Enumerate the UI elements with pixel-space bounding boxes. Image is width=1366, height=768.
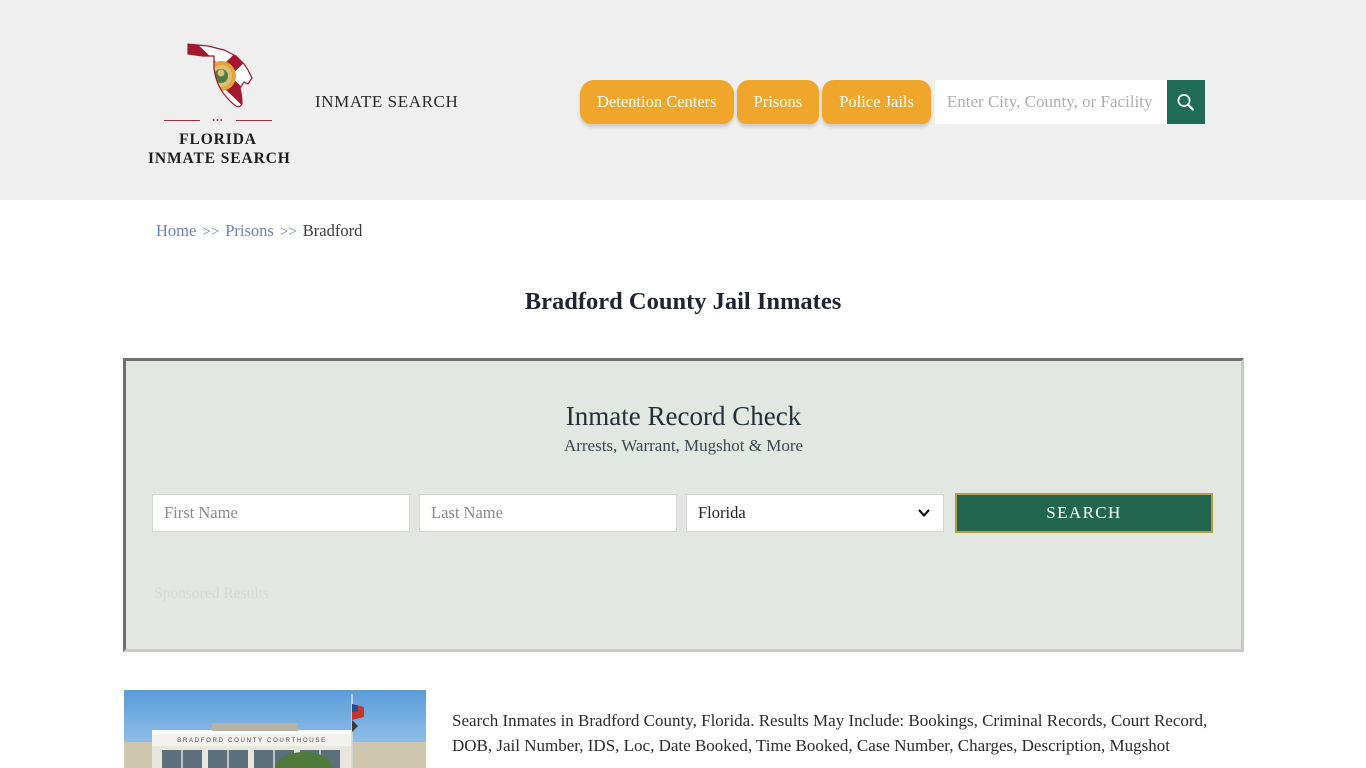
breadcrumb-separator-2: >> — [279, 224, 297, 240]
first-name-input[interactable] — [152, 494, 410, 532]
site-header: ••• FLORIDA INMATE SEARCH INMATE SEARCH … — [0, 0, 1366, 200]
breadcrumb: Home >> Prisons >> Bradford — [156, 221, 362, 241]
logo-text-line2: INMATE SEARCH — [148, 150, 291, 167]
search-submit-button[interactable] — [1166, 80, 1205, 124]
state-select-value: Florida — [698, 503, 746, 522]
page-title: Bradford County Jail Inmates — [524, 288, 842, 316]
page-description: Search Inmates in Bradford County, Flori… — [452, 711, 1208, 755]
inmate-record-check-panel: Inmate Record Check Arrests, Warrant, Mu… — [123, 358, 1244, 652]
site-logo[interactable]: ••• FLORIDA INMATE SEARCH — [148, 38, 291, 168]
nav-tab-prisons[interactable]: Prisons — [736, 80, 820, 124]
record-check-form: Florida SEARCH — [152, 493, 1213, 533]
breadcrumb-link-home[interactable]: Home — [156, 221, 196, 240]
record-check-subtitle: Arrests, Warrant, Mugshot & More — [563, 436, 804, 455]
logo-divider-rule: ••• — [164, 116, 272, 126]
header-inner: ••• FLORIDA INMATE SEARCH INMATE SEARCH … — [0, 0, 1366, 200]
search-input[interactable] — [934, 80, 1167, 124]
florida-map-flag-icon — [187, 43, 253, 108]
logo-text-line1: FLORIDA — [179, 131, 257, 148]
chevron-down-icon — [918, 509, 930, 517]
logo-dots: ••• — [212, 116, 224, 125]
courthouse-photo: BRADFORD COUNTY COURTHOUSE — [124, 690, 426, 768]
last-name-input[interactable] — [419, 494, 677, 532]
state-select[interactable]: Florida — [686, 494, 944, 532]
main-content: BRADFORD COUNTY COURTHOUSE Search Inmate… — [0, 690, 1366, 768]
main-navigation: Detention Centers Prisons Police Jails — [580, 80, 1205, 126]
breadcrumb-link-prisons[interactable]: Prisons — [225, 221, 274, 240]
courthouse-sign-text: BRADFORD COUNTY COURTHOUSE — [177, 737, 327, 744]
sponsored-results-label: Sponsored Results — [154, 585, 269, 602]
breadcrumb-separator-1: >> — [202, 224, 220, 240]
breadcrumb-current: Bradford — [302, 221, 363, 240]
nav-tab-detention-centers[interactable]: Detention Centers — [580, 80, 734, 124]
header-tagline: INMATE SEARCH — [315, 92, 459, 111]
header-search — [934, 80, 1205, 124]
search-icon — [1177, 93, 1195, 111]
nav-tab-police-jails[interactable]: Police Jails — [822, 80, 931, 124]
record-check-search-button[interactable]: SEARCH — [955, 493, 1213, 533]
record-check-title: Inmate Record Check — [565, 401, 802, 431]
courthouse-image: BRADFORD COUNTY COURTHOUSE — [124, 690, 426, 768]
